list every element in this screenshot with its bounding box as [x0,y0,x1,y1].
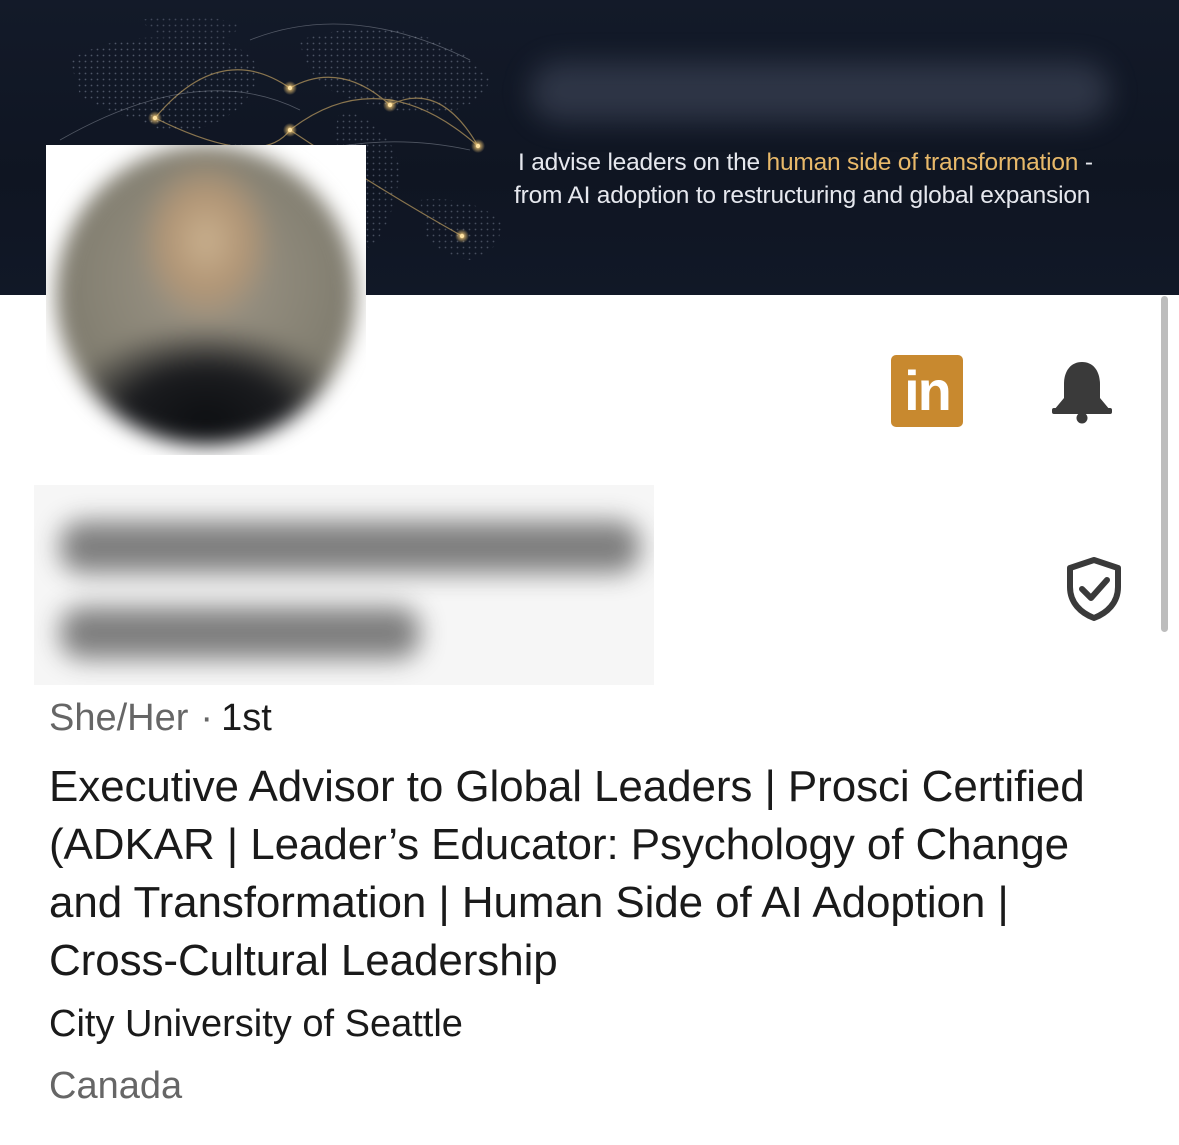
banner-tagline-highlight: human side of transformation [766,149,1079,176]
profile-page: I advise leaders on the human side of tr… [0,0,1179,1145]
profile-school[interactable]: City University of Seattle [49,1000,463,1048]
separator-dot: · [200,697,214,739]
avatar-photo-redacted [56,145,356,445]
connection-degree: 1st [221,697,272,739]
profile-headline: Executive Advisor to Global Leaders | Pr… [49,762,1085,985]
shield-check-icon[interactable] [1066,557,1122,621]
banner-tagline-line2: from AI adoption to restructuring and gl… [514,182,1091,209]
profile-location: Canada [49,1065,183,1107]
profile-name-redacted [34,485,654,685]
banner-tagline: I advise leaders on the human side of tr… [514,146,1134,212]
bell-icon[interactable] [1050,358,1114,424]
banner-tagline-part1: I advise leaders on the [518,149,767,176]
pronouns-and-degree: She/Her · 1st [49,696,272,740]
linkedin-premium-badge[interactable]: in [891,355,963,427]
profile-avatar[interactable] [46,145,366,455]
pronouns: She/Her [49,697,189,739]
banner-tagline-part2: - [1078,149,1093,176]
scrollbar-thumb[interactable] [1161,296,1168,632]
banner-title-redacted [530,62,1110,122]
